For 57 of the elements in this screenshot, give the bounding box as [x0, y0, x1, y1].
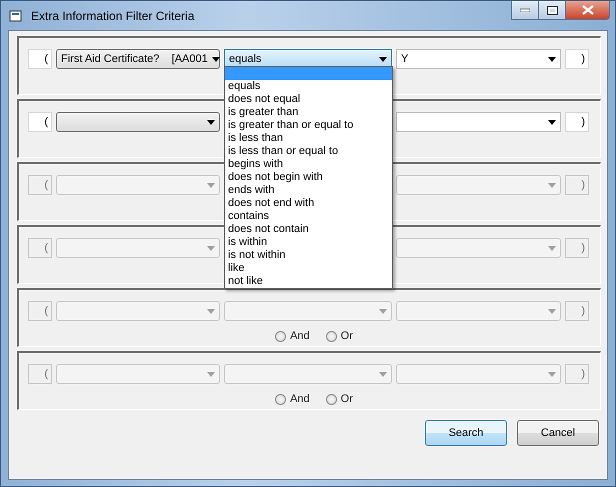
list-option[interactable]: is not within — [225, 249, 392, 262]
dialog-button[interactable]: Cancel — [517, 420, 599, 446]
list-option[interactable]: like — [225, 262, 392, 275]
list-option[interactable]: begins with — [225, 158, 392, 171]
minimize-button[interactable] — [511, 1, 539, 20]
close-paren-field[interactable]: ) — [565, 364, 589, 384]
open-paren-field[interactable]: ( — [28, 364, 52, 384]
list-option[interactable]: does not contain — [225, 223, 392, 236]
close-paren-field[interactable]: ) — [565, 301, 589, 321]
close-paren-field[interactable]: ) — [565, 175, 589, 195]
radio-option[interactable]: And — [275, 393, 310, 405]
maximize-icon — [546, 6, 558, 14]
list-option[interactable]: does not begin with — [225, 171, 392, 184]
close-button[interactable] — [566, 1, 610, 20]
list-option[interactable]: contains — [225, 210, 392, 223]
close-paren-field[interactable]: ) — [565, 238, 589, 258]
open-paren-field[interactable]: ( — [28, 175, 52, 195]
list-option[interactable]: ends with — [225, 184, 392, 197]
dialog-button[interactable]: Search — [425, 420, 507, 446]
operator-dropdown[interactable] — [224, 301, 392, 321]
close-paren-field[interactable]: ) — [565, 49, 589, 69]
window-icon — [9, 8, 23, 22]
value-dropdown[interactable]: Y — [396, 49, 561, 69]
list-option[interactable]: does not equal — [225, 93, 392, 106]
list-option[interactable]: is less than or equal to — [225, 145, 392, 158]
value-dropdown[interactable] — [396, 175, 561, 195]
radio-option[interactable]: Or — [326, 330, 353, 342]
list-option[interactable] — [225, 67, 392, 80]
radio-option[interactable]: And — [275, 330, 310, 342]
list-option[interactable]: not like — [225, 275, 392, 288]
value-dropdown[interactable] — [396, 238, 561, 258]
value-dropdown[interactable] — [396, 364, 561, 384]
field-dropdown[interactable] — [56, 175, 220, 195]
list-option[interactable]: is greater than — [225, 106, 392, 119]
window-title: Extra Information Filter Criteria — [31, 8, 194, 22]
value-dropdown[interactable] — [396, 301, 561, 321]
list-option[interactable]: is less than — [225, 132, 392, 145]
list-option[interactable]: is greater than or equal to — [225, 119, 392, 132]
open-paren-field[interactable]: ( — [28, 49, 52, 69]
field-dropdown[interactable]: First Aid Certificate? [AA001 — [56, 49, 220, 69]
field-dropdown[interactable] — [56, 301, 220, 321]
operator-dropdown[interactable] — [224, 364, 392, 384]
open-paren-field[interactable]: ( — [28, 112, 52, 132]
minimize-icon — [520, 8, 530, 12]
radio-option[interactable]: Or — [326, 393, 353, 405]
close-paren-field[interactable]: ) — [565, 112, 589, 132]
list-option[interactable]: does not end with — [225, 197, 392, 210]
field-dropdown[interactable] — [56, 238, 220, 258]
list-option[interactable]: is within — [225, 236, 392, 249]
maximize-button[interactable] — [539, 1, 566, 20]
list-option[interactable]: equals — [225, 80, 392, 93]
open-paren-field[interactable]: ( — [28, 238, 52, 258]
value-dropdown[interactable] — [396, 112, 561, 132]
field-dropdown[interactable] — [56, 364, 220, 384]
open-paren-field[interactable]: ( — [28, 301, 52, 321]
close-icon — [582, 5, 594, 15]
field-dropdown[interactable] — [56, 112, 220, 132]
